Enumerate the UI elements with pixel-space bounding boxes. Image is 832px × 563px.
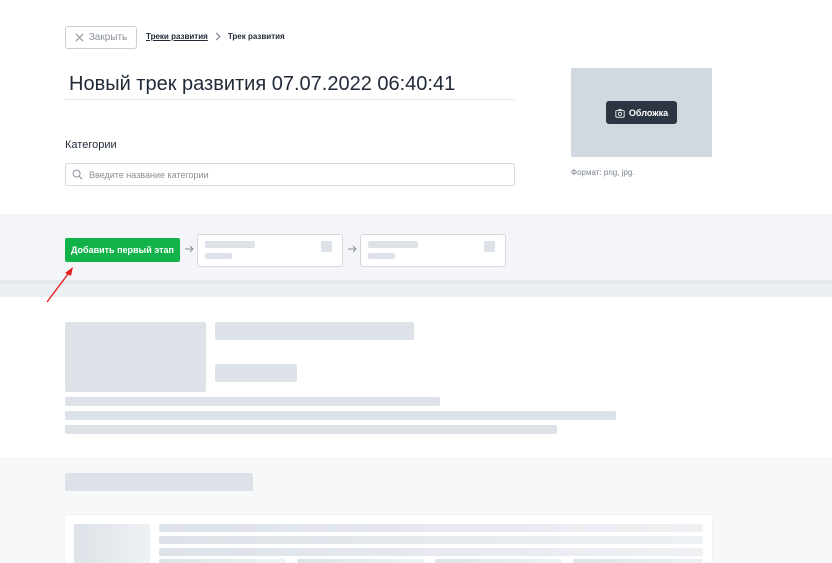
add-first-stage-label: Добавить первый этап — [71, 245, 174, 255]
add-first-stage-button[interactable]: Добавить первый этап — [65, 238, 180, 262]
close-button[interactable]: Закрыть — [65, 26, 137, 49]
categories-label: Категории — [65, 139, 117, 151]
search-icon — [72, 169, 83, 180]
breadcrumb: Треки развития Трек развития — [146, 32, 285, 41]
track-title-input[interactable] — [65, 70, 515, 100]
skeleton-line — [368, 241, 418, 248]
cover-upload-label: Обложка — [628, 107, 669, 118]
skeleton-line — [205, 241, 255, 248]
skeleton-square — [321, 241, 332, 252]
category-search-field[interactable] — [65, 163, 515, 186]
skeleton-line — [159, 548, 703, 556]
annotation-arrow-icon — [46, 267, 73, 303]
skeleton-square — [484, 241, 495, 252]
arrow-right-icon — [348, 245, 357, 253]
skeleton-cell — [435, 559, 562, 563]
stage-card-placeholder — [197, 234, 343, 267]
cover-format-note: Формат: png, jpg. — [571, 168, 635, 177]
skeleton-line — [205, 253, 232, 259]
skeleton-cell — [297, 559, 424, 563]
skeleton-line — [159, 536, 703, 544]
stage-card-placeholder — [360, 234, 506, 267]
skeleton-line — [65, 397, 440, 406]
skeleton-subtitle — [215, 364, 297, 382]
close-button-label: Закрыть — [88, 32, 128, 43]
close-icon — [75, 33, 84, 42]
skeleton-line — [65, 425, 557, 434]
cover-upload-button[interactable]: Обложка — [606, 101, 677, 124]
breadcrumb-current: Трек развития — [227, 32, 285, 41]
chevron-right-icon — [215, 32, 221, 41]
skeleton-line — [65, 411, 616, 420]
camera-icon — [615, 108, 625, 118]
cover-image-placeholder: Обложка — [571, 68, 712, 157]
skeleton-thumbnail — [74, 524, 150, 563]
skeleton-cell — [159, 559, 286, 563]
skeleton-title — [215, 322, 414, 340]
skeleton-image — [65, 322, 206, 392]
breadcrumb-link-tracks[interactable]: Треки развития — [146, 32, 208, 41]
arrow-right-icon — [185, 245, 194, 253]
skeleton-heading — [65, 473, 253, 491]
skeleton-panel — [65, 515, 712, 563]
skeleton-line — [159, 524, 703, 532]
stages-divider — [0, 280, 832, 297]
category-search-input[interactable] — [89, 169, 489, 180]
skeleton-cell — [573, 559, 703, 563]
skeleton-line — [368, 253, 395, 259]
